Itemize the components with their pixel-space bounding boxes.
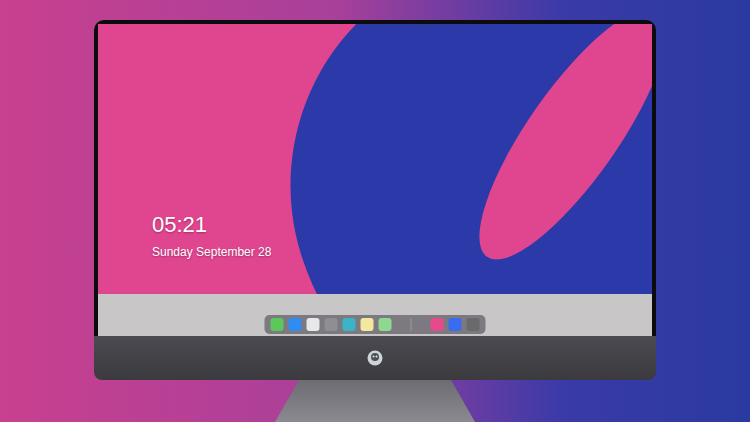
clock-time: 05:21 xyxy=(152,212,271,238)
app-icon[interactable] xyxy=(307,318,320,331)
app-icon[interactable] xyxy=(289,318,302,331)
app-icon[interactable] xyxy=(325,318,338,331)
monitor-chin xyxy=(94,336,656,380)
app-icon[interactable] xyxy=(271,318,284,331)
app-icon[interactable] xyxy=(449,318,462,331)
desktop-mockup: 05:21 Sunday September 28 xyxy=(0,0,750,422)
app-icon[interactable] xyxy=(361,318,374,331)
app-icon[interactable] xyxy=(343,318,356,331)
monitor-stand xyxy=(275,380,475,422)
clock-date: Sunday September 28 xyxy=(152,244,271,260)
dock-separator xyxy=(411,318,412,331)
app-icon[interactable] xyxy=(379,318,392,331)
app-icon[interactable] xyxy=(467,318,480,331)
brand-logo-icon xyxy=(367,350,383,366)
lock-screen: 05:21 Sunday September 28 xyxy=(98,24,652,336)
monitor: 05:21 Sunday September 28 xyxy=(94,20,656,380)
dock xyxy=(265,315,486,334)
lock-clock: 05:21 Sunday September 28 xyxy=(152,212,271,260)
monitor-bezel: 05:21 Sunday September 28 xyxy=(94,20,656,336)
app-icon[interactable] xyxy=(431,318,444,331)
